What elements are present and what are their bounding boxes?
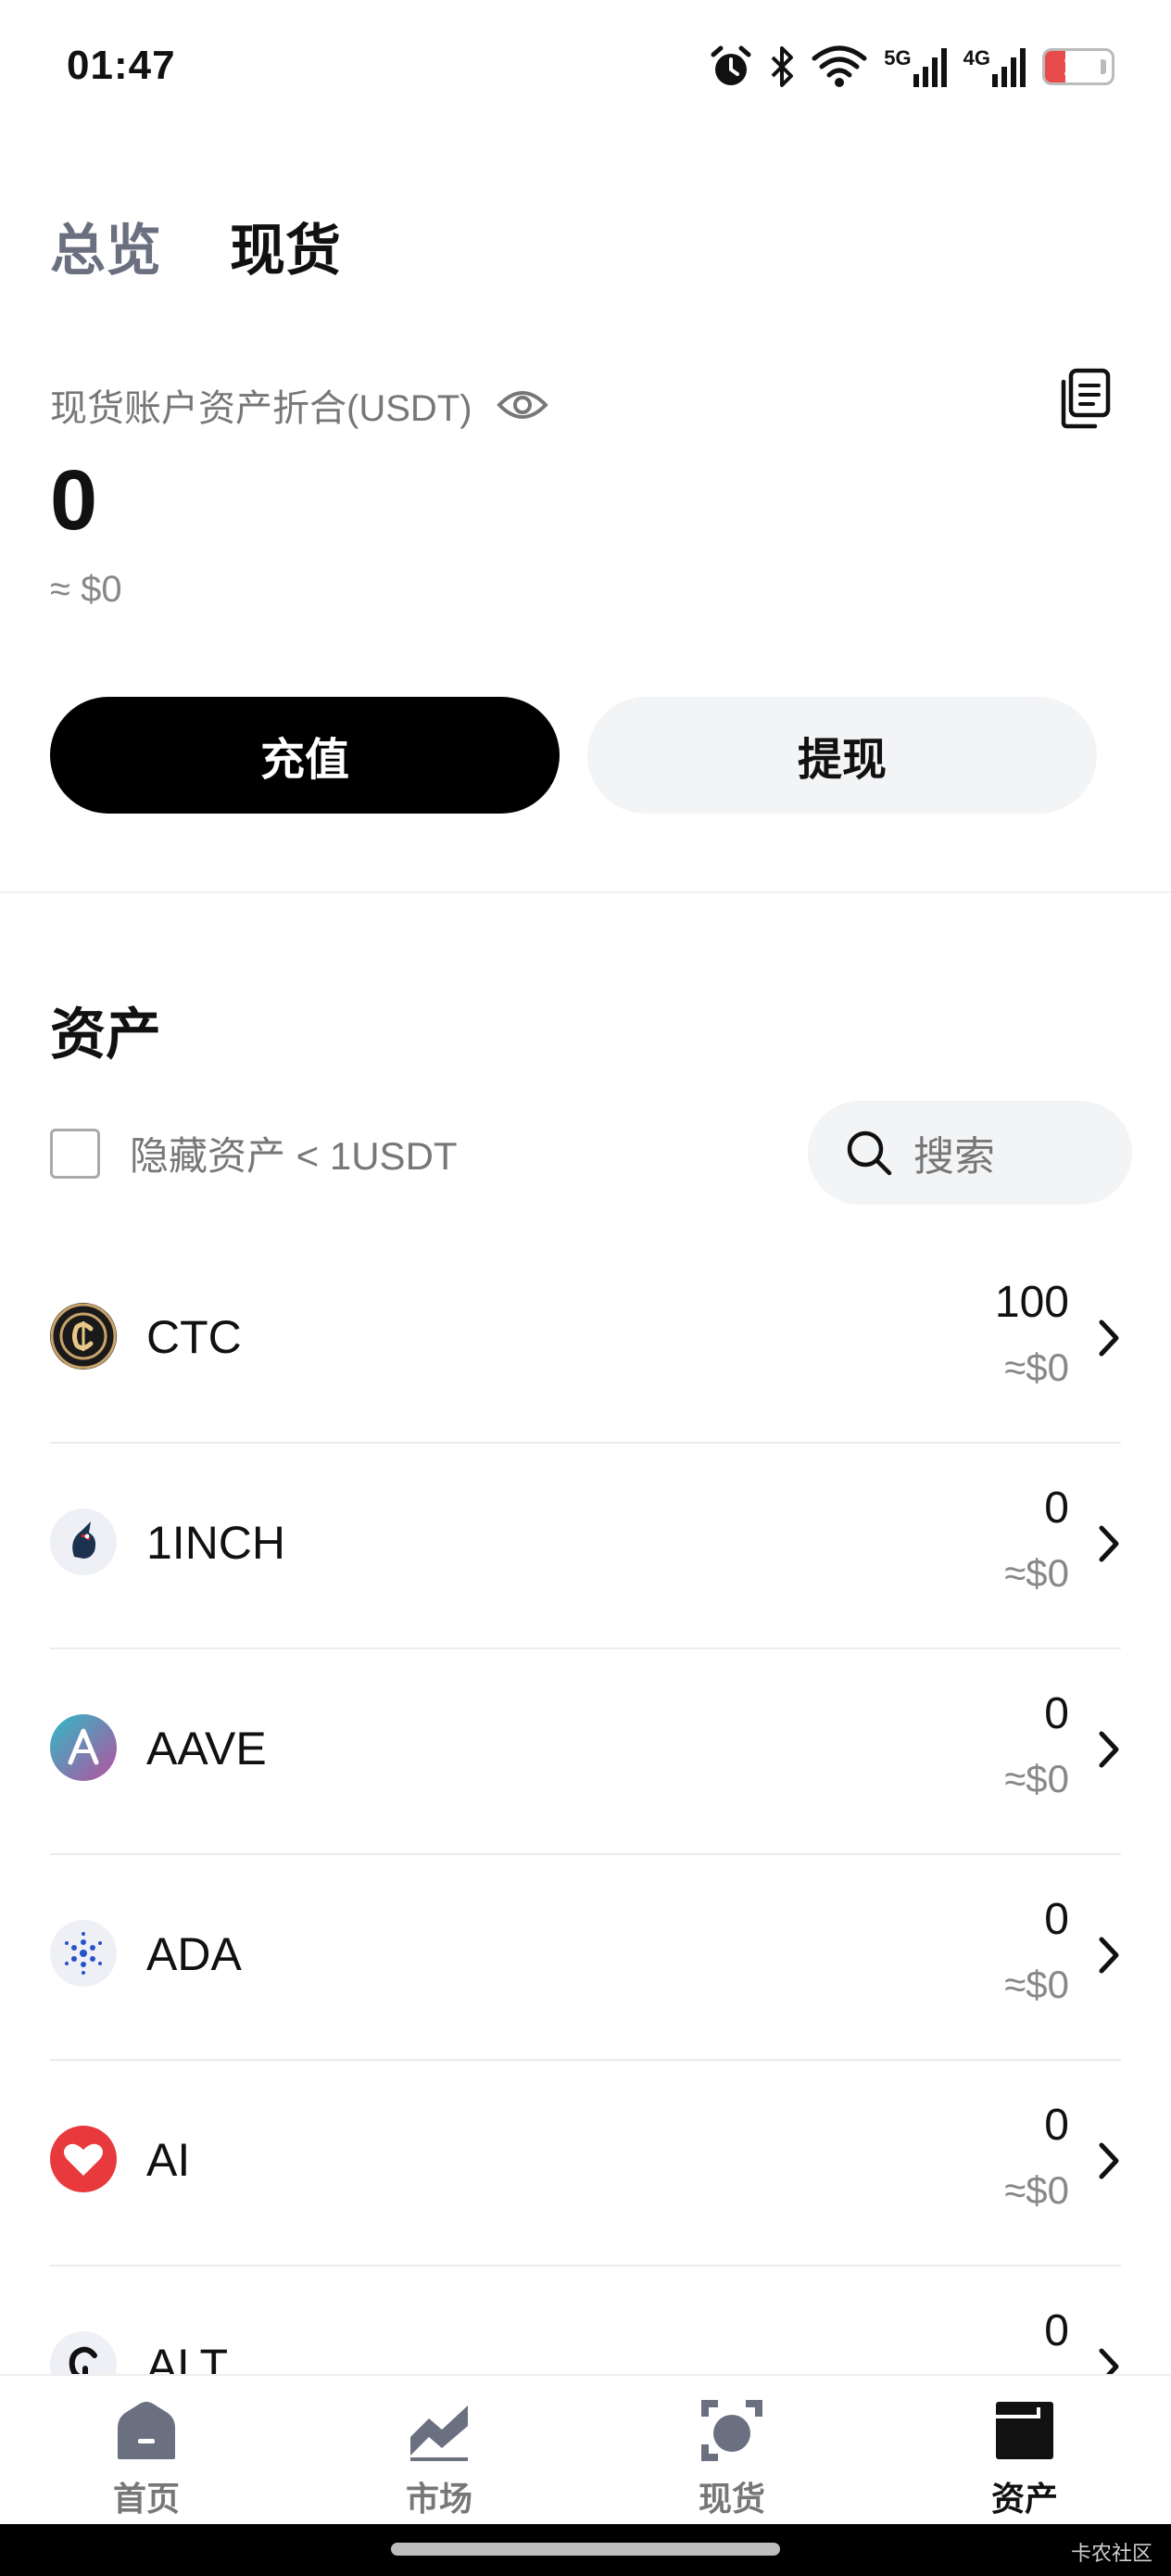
nav-spot[interactable]: 现货 bbox=[586, 2376, 878, 2524]
network-5g-label: 5G bbox=[884, 46, 912, 69]
hide-small-assets-toggle[interactable]: 隐藏资产 < 1USDT bbox=[50, 1125, 458, 1181]
tab-overview[interactable]: 总览 bbox=[50, 206, 161, 286]
asset-row-ctc[interactable]: CTC 100 ≈$0 bbox=[50, 1238, 1121, 1444]
asset-amount: 0 bbox=[1044, 2101, 1069, 2150]
chevron-right-icon bbox=[1099, 1525, 1119, 1562]
ai-heart-icon bbox=[50, 2126, 117, 2192]
search-icon bbox=[847, 1130, 892, 1176]
nav-home[interactable]: 首页 bbox=[0, 2376, 293, 2524]
bluetooth-icon bbox=[771, 46, 794, 87]
battery-indicator: 14 bbox=[1042, 48, 1114, 85]
nav-market[interactable]: 市场 bbox=[293, 2376, 586, 2524]
hide-small-assets-checkbox[interactable] bbox=[50, 1128, 100, 1179]
chevron-right-icon bbox=[1099, 1320, 1119, 1357]
account-tabs: 总览 现货 bbox=[50, 206, 341, 286]
home-indicator[interactable] bbox=[391, 2543, 780, 2556]
cardano-icon bbox=[50, 1920, 117, 1987]
asset-usd-value: ≈$0 bbox=[1004, 1551, 1069, 1595]
hide-small-assets-label: 隐藏资产 < 1USDT bbox=[130, 1134, 458, 1178]
asset-usd-value: ≈$0 bbox=[1004, 1757, 1069, 1800]
nav-home-label: 首页 bbox=[112, 2480, 180, 2518]
signal-5g: 5G bbox=[884, 46, 947, 87]
asset-amount: 0 bbox=[1044, 1895, 1069, 1944]
aave-icon bbox=[50, 1714, 117, 1781]
status-bar: 01:47 5G 4G 14 bbox=[0, 0, 1171, 139]
spot-icon bbox=[701, 2400, 762, 2461]
asset-amount: 0 bbox=[1044, 1484, 1069, 1533]
chevron-right-icon bbox=[1099, 2142, 1119, 2179]
status-time: 01:47 bbox=[67, 43, 176, 88]
nav-spot-label: 现货 bbox=[698, 2480, 765, 2518]
asset-amount: 0 bbox=[1044, 2306, 1069, 2355]
balance-label: 现货账户资产折合(USDT) bbox=[50, 388, 472, 429]
home-icon bbox=[118, 2402, 175, 2459]
asset-row-ai[interactable]: AI 0 ≈$0 bbox=[50, 2061, 1121, 2267]
asset-usd-value: ≈$0 bbox=[1004, 1963, 1069, 2006]
asset-row-aave[interactable]: AAVE 0 ≈$0 bbox=[50, 1649, 1121, 1855]
chevron-right-icon bbox=[1099, 1731, 1119, 1768]
balance-usd: ≈ $0 bbox=[50, 569, 122, 610]
bottom-nav: 首页 市场 现货 资产 bbox=[0, 2374, 1171, 2524]
wallet-icon bbox=[996, 2402, 1053, 2459]
asset-amount: 100 bbox=[994, 1278, 1069, 1327]
network-4g-label: 4G bbox=[963, 46, 990, 69]
battery-level: 14 bbox=[1063, 51, 1094, 82]
asset-symbol: CTC bbox=[146, 1311, 242, 1363]
chevron-right-icon bbox=[1099, 1937, 1119, 1974]
battery-icon: 14 bbox=[1042, 48, 1114, 85]
system-home-bar: 卡农社区 bbox=[0, 2524, 1171, 2576]
nav-market-label: 市场 bbox=[405, 2480, 472, 2518]
signal-bars-icon bbox=[913, 48, 947, 87]
signal-bars-icon bbox=[992, 48, 1026, 87]
asset-symbol: AAVE bbox=[146, 1723, 267, 1774]
status-icons: 5G 4G 14 bbox=[710, 41, 1114, 93]
search-placeholder: 搜索 bbox=[913, 1134, 995, 1180]
asset-usd-value: ≈$0 bbox=[1004, 1345, 1069, 1389]
deposit-button[interactable]: 充值 bbox=[50, 697, 560, 814]
tab-spot[interactable]: 现货 bbox=[230, 206, 341, 286]
asset-row-ada[interactable]: ADA 0 ≈$0 bbox=[50, 1855, 1121, 2061]
ctc-coin-icon bbox=[50, 1303, 117, 1370]
alarm-icon bbox=[711, 45, 751, 85]
withdraw-button[interactable]: 提现 bbox=[587, 697, 1097, 814]
wifi-icon bbox=[812, 45, 867, 87]
section-divider bbox=[0, 891, 1171, 893]
balance-label-row: 现货账户资产折合(USDT) bbox=[50, 378, 548, 432]
search-input[interactable]: 搜索 bbox=[808, 1101, 1132, 1205]
asset-list: CTC 100 ≈$0 1INCH 0 ≈$0 AAVE 0 ≈$0 ADA 0… bbox=[50, 1238, 1121, 2472]
eye-icon[interactable] bbox=[496, 388, 548, 422]
watermark: 卡农社区 bbox=[1070, 2542, 1152, 2565]
nav-assets-label: 资产 bbox=[990, 2480, 1058, 2518]
1inch-unicorn-icon bbox=[50, 1509, 117, 1575]
assets-title: 资产 bbox=[50, 1004, 161, 1066]
asset-symbol: AI bbox=[146, 2134, 191, 2186]
signal-4g: 4G bbox=[963, 46, 1026, 87]
asset-symbol: ADA bbox=[146, 1928, 242, 1980]
nav-assets[interactable]: 资产 bbox=[878, 2376, 1171, 2524]
asset-symbol: 1INCH bbox=[146, 1517, 286, 1569]
records-icon[interactable] bbox=[1058, 367, 1114, 430]
asset-amount: 0 bbox=[1044, 1689, 1069, 1738]
balance-value: 0 bbox=[50, 453, 98, 548]
market-chart-icon bbox=[410, 2406, 468, 2461]
asset-usd-value: ≈$0 bbox=[1004, 2168, 1069, 2212]
asset-row-1inch[interactable]: 1INCH 0 ≈$0 bbox=[50, 1444, 1121, 1649]
